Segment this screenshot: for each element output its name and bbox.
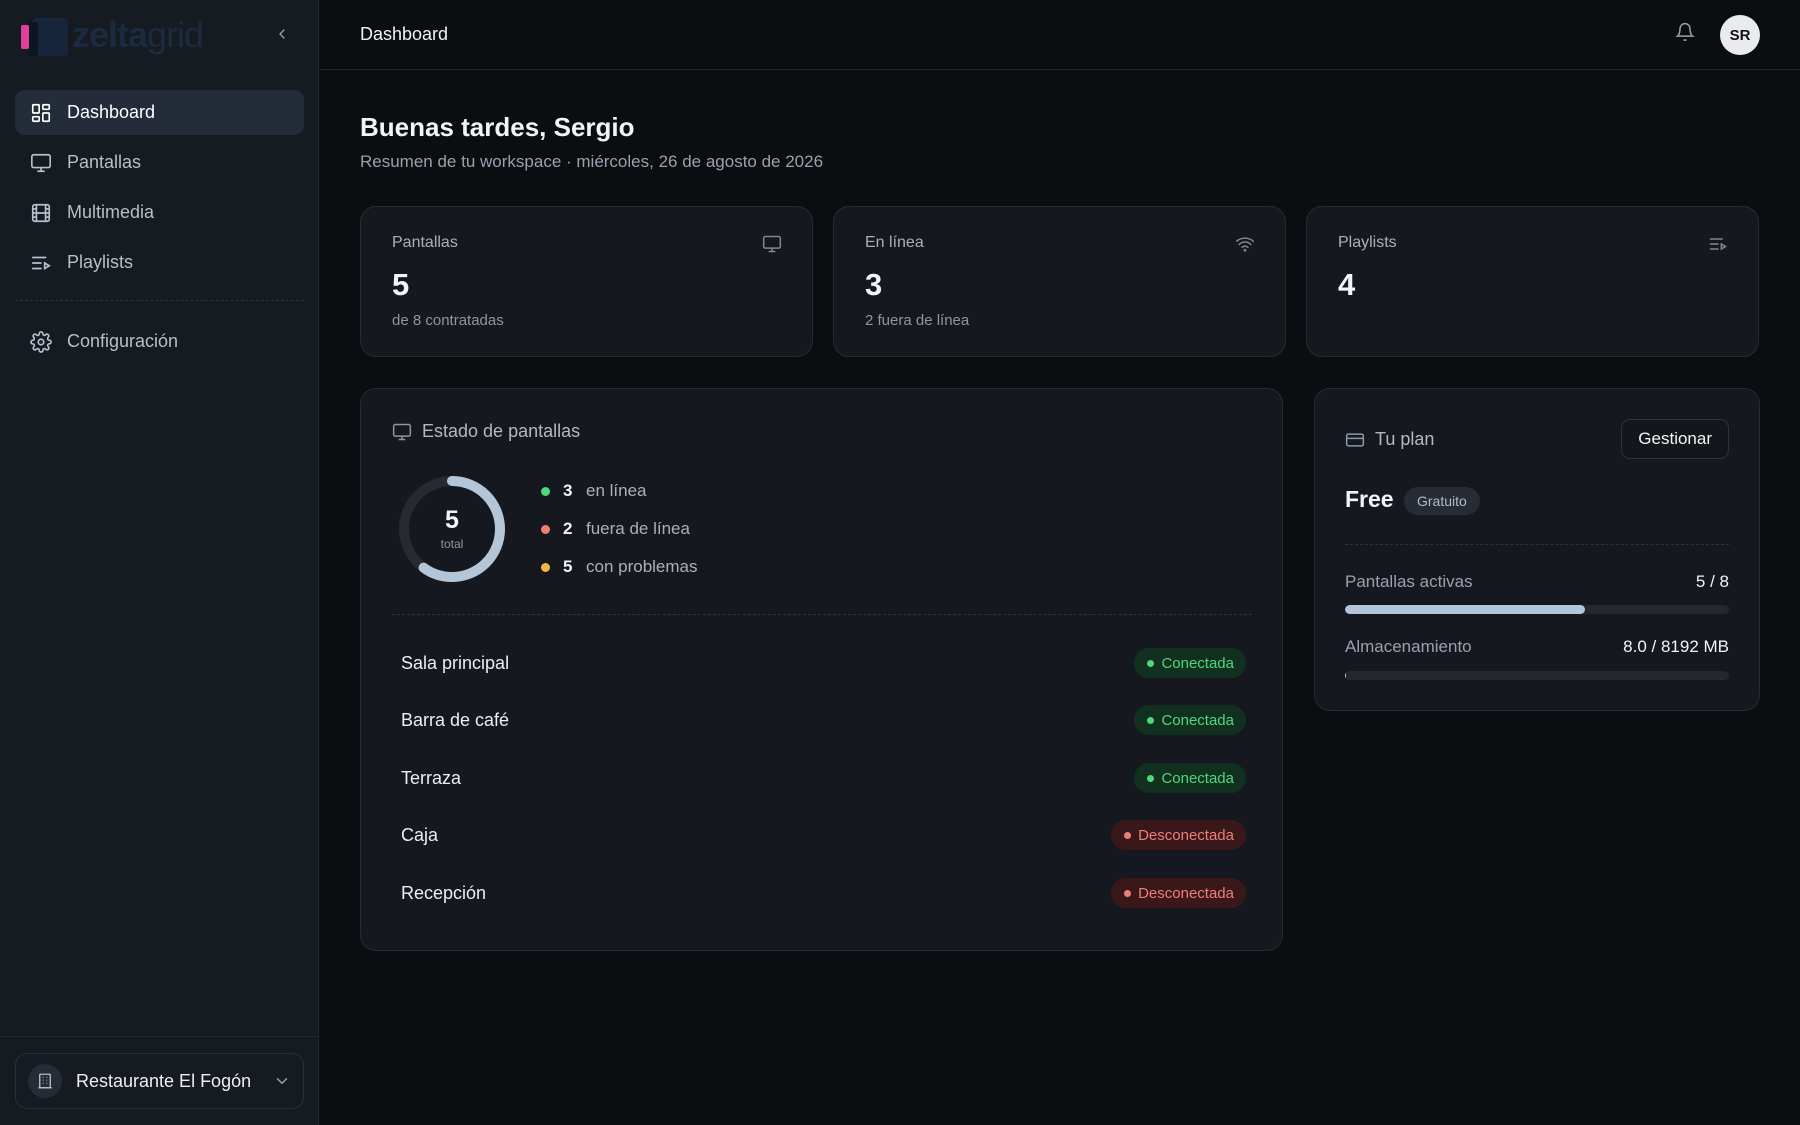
dashboard-icon: [31, 103, 51, 122]
status-badge: Conectada: [1134, 705, 1246, 735]
workspace-switcher[interactable]: Restaurante El Fogón: [15, 1053, 304, 1109]
wifi-icon: [1235, 237, 1255, 252]
workspace-name: Restaurante El Fogón: [76, 1070, 252, 1091]
sidebar-item-dashboard[interactable]: Dashboard: [15, 90, 304, 135]
stat-value: 5: [392, 267, 410, 302]
legend-online: 3 en línea: [541, 479, 698, 503]
sidebar-item-label: Multimedia: [67, 202, 155, 222]
donut-center: 5 total: [396, 473, 508, 585]
screen-name: Terraza: [401, 767, 462, 788]
logo-mark-icon: [18, 14, 70, 56]
screen-name: Barra de café: [401, 709, 510, 730]
breadcrumb: Dashboard: [360, 24, 449, 44]
donut-total: 5: [445, 506, 459, 534]
building-icon: [28, 1064, 62, 1098]
screen-name: Sala principal: [401, 652, 510, 673]
sidebar-nav: Dashboard Pantallas Multimedia Playlists…: [15, 90, 304, 369]
sidebar: zeltagrid Dashboard Pantallas Multimedia…: [0, 0, 319, 1125]
online-dot-icon: [541, 486, 550, 496]
sidebar-item-label: Pantallas: [67, 152, 142, 172]
screens-usage-bar: [1345, 605, 1729, 614]
gear-icon: [30, 330, 52, 353]
usage-label: Almacenamiento: [1345, 637, 1472, 656]
topbar: Dashboard SR: [320, 0, 1800, 70]
status-legend: 3 en línea 2 fuera de línea 5 con proble…: [541, 479, 698, 593]
sidebar-item-configuracion[interactable]: Configuración: [15, 319, 304, 364]
sidebar-item-multimedia[interactable]: Multimedia: [15, 190, 304, 235]
stat-label: Pantallas: [392, 234, 458, 251]
list-item[interactable]: Sala principal Conectada: [401, 643, 1246, 683]
stat-label: Playlists: [1338, 234, 1397, 251]
page-title: Buenas tardes, Sergio: [360, 112, 635, 142]
page-subtitle: Resumen de tu workspace · miércoles, 26 …: [360, 152, 824, 171]
chevron-down-icon: [276, 1078, 288, 1085]
offline-dot-icon: [541, 524, 550, 534]
panel-title: Tu plan: [1345, 429, 1434, 450]
donut-total-label: total: [440, 537, 464, 551]
collapse-sidebar-button[interactable]: [270, 22, 294, 46]
sidebar-item-label: Playlists: [67, 252, 134, 272]
monitor-icon: [31, 153, 51, 172]
status-badge: Desconectada: [1111, 820, 1246, 850]
warning-dot-icon: [541, 562, 550, 572]
stat-subtext: 2 fuera de línea: [865, 312, 970, 329]
status-badge: Conectada: [1134, 648, 1246, 678]
screen-name: Caja: [401, 824, 439, 845]
bell-icon: [1675, 22, 1695, 42]
panel-divider: [1345, 544, 1729, 545]
screen-name: Recepción: [401, 882, 487, 903]
legend-offline: 2 fuera de línea: [541, 517, 698, 541]
stat-value: 3: [865, 267, 883, 302]
stat-card-playlists[interactable]: Playlists 4: [1306, 206, 1759, 357]
chevron-left-icon: [279, 29, 285, 39]
sidebar-item-label: Configuración: [67, 331, 179, 351]
manage-plan-button[interactable]: Gestionar: [1621, 419, 1729, 459]
stat-value: 4: [1338, 267, 1356, 302]
sidebar-item-pantallas[interactable]: Pantallas: [15, 140, 304, 185]
stat-card-pantallas[interactable]: Pantallas 5 de 8 contratadas: [360, 206, 813, 357]
sidebar-item-label: Dashboard: [67, 102, 156, 122]
stat-label: En línea: [865, 234, 924, 251]
plan-badge: Gratuito: [1404, 487, 1480, 515]
status-badge: Desconectada: [1111, 878, 1246, 908]
monitor-icon: [392, 423, 412, 440]
panel-title: Estado de pantallas: [392, 421, 580, 442]
plan-panel: Tu plan Gestionar Free Gratuito Pantalla…: [1314, 388, 1760, 711]
legend-problems: 5 con problemas: [541, 555, 698, 579]
list-item[interactable]: Recepción Desconectada: [401, 873, 1246, 913]
playlist-icon: [1709, 238, 1727, 251]
usage-bar-fill: [1345, 605, 1585, 614]
logo-text: zeltagrid: [72, 14, 204, 55]
stat-subtext: de 8 contratadas: [392, 312, 504, 329]
nav-divider: [15, 300, 304, 301]
panel-divider: [392, 614, 1252, 615]
playlist-icon: [31, 256, 51, 270]
stat-card-en-linea[interactable]: En línea 3 2 fuera de línea: [833, 206, 1286, 357]
film-icon: [31, 203, 51, 222]
notifications-button[interactable]: [1675, 22, 1699, 46]
storage-usage-bar: [1345, 671, 1729, 680]
sidebar-item-playlists[interactable]: Playlists: [15, 240, 304, 285]
avatar[interactable]: SR: [1720, 15, 1760, 55]
usage-value: 5 / 8: [1695, 572, 1729, 591]
logo[interactable]: zeltagrid: [18, 14, 204, 56]
list-item[interactable]: Barra de café Conectada: [401, 700, 1246, 740]
list-item[interactable]: Terraza Conectada: [401, 758, 1246, 798]
usage-value: 8.0 / 8192 MB: [1623, 637, 1729, 656]
workspace-footer: Restaurante El Fogón: [0, 1036, 319, 1125]
monitor-icon: [762, 235, 782, 253]
usage-label: Pantallas activas: [1345, 572, 1473, 591]
credit-card-icon: [1345, 432, 1365, 447]
plan-name: Free: [1345, 486, 1394, 512]
status-badge: Conectada: [1134, 763, 1246, 793]
list-item[interactable]: Caja Desconectada: [401, 815, 1246, 855]
screen-status-panel: Estado de pantallas 5 total 3 en línea 2…: [360, 388, 1283, 951]
